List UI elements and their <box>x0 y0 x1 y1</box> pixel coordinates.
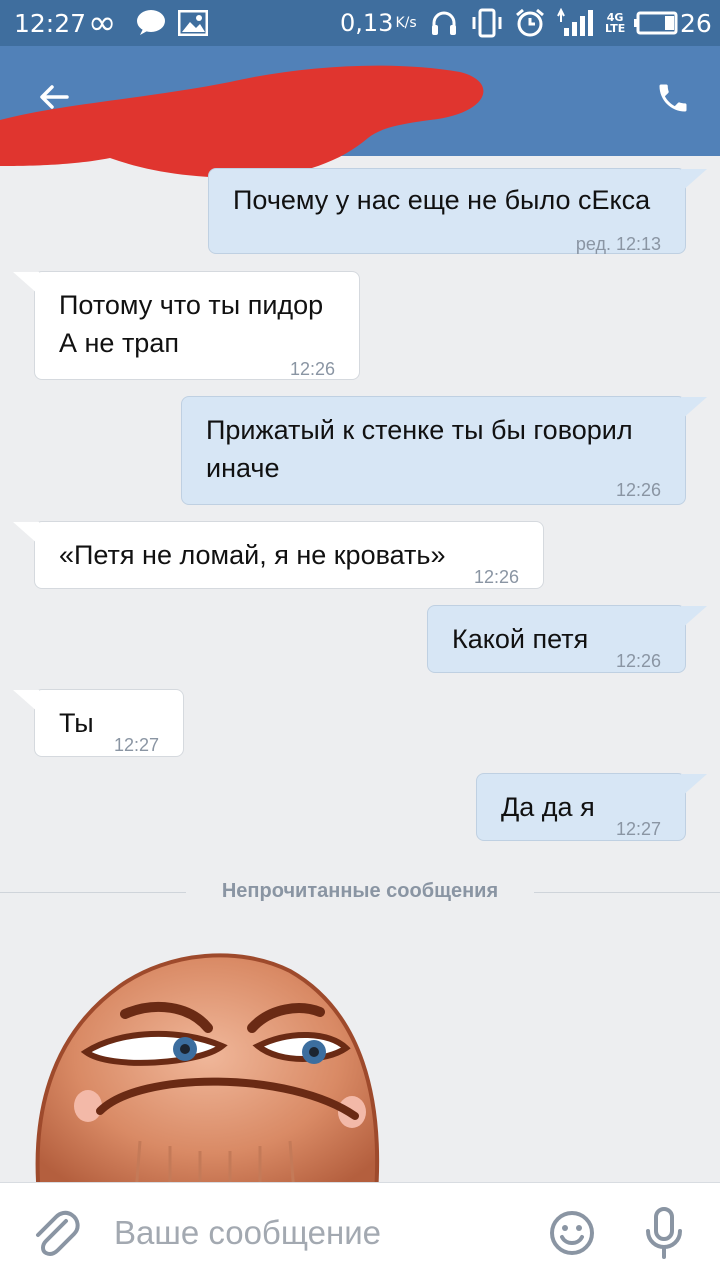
headphones-icon <box>430 0 458 46</box>
unread-divider: Непрочитанные сообщения <box>0 876 720 908</box>
message-time: 12:26 <box>473 567 519 587</box>
incoming-message[interactable]: Потому что ты пидор А не трап 12:26 <box>13 271 360 380</box>
incoming-message[interactable]: Ты 12:27 <box>13 689 184 757</box>
message-text: Ты <box>59 708 94 738</box>
outgoing-message[interactable]: Да да я 12:27 <box>476 773 707 841</box>
network-speed: 0,13 K/s <box>340 9 417 37</box>
infinity-icon: ∞ <box>88 3 117 43</box>
battery-level: 26 <box>680 8 712 38</box>
message-time: 12:27 <box>113 735 159 755</box>
message-input-bar <box>0 1182 720 1280</box>
attach-button[interactable] <box>30 1207 80 1257</box>
message-text: Прижатый к стенке ты бы говорил иначе <box>206 415 633 483</box>
message-time: 12:26 <box>615 651 661 671</box>
emoji-button[interactable] <box>548 1209 596 1257</box>
bubble-tail <box>681 774 707 797</box>
message-time: 12:27 <box>615 819 661 839</box>
bubble-tail <box>13 272 39 295</box>
signal-icon <box>556 0 596 46</box>
message-input[interactable] <box>114 1203 524 1263</box>
microphone-button[interactable] <box>642 1207 686 1259</box>
outgoing-message[interactable]: Какой петя 12:26 <box>427 605 707 673</box>
message-text: Да да я <box>501 792 595 822</box>
smiley-icon <box>550 1211 594 1255</box>
vibrate-icon <box>470 0 504 46</box>
message-text: Почему у нас еще не было сЕкса <box>233 185 651 215</box>
bubble-tail <box>13 690 39 713</box>
message-time: 12:26 <box>615 480 661 500</box>
incoming-message[interactable]: «Петя не ломай, я не кровать» 12:26 <box>13 521 544 589</box>
battery-icon <box>634 0 678 46</box>
network-type: 4G LTE <box>605 11 626 35</box>
message-list[interactable]: Почему у нас еще не было сЕкса ред. 12:1… <box>0 156 720 1182</box>
phone-icon <box>659 84 687 112</box>
call-button[interactable] <box>648 70 698 126</box>
outgoing-message[interactable]: Почему у нас еще не было сЕкса ред. 12:1… <box>208 168 707 254</box>
microphone-icon <box>646 1207 682 1259</box>
message-time: 12:26 <box>289 359 335 379</box>
bubble-tail <box>681 169 707 192</box>
chat-bubble-icon <box>136 0 166 46</box>
message-time: ред. 12:13 <box>575 234 661 254</box>
bubble-tail <box>13 522 39 545</box>
status-time: 12:27 <box>14 8 87 38</box>
message-text: Потому что ты пидор А не трап <box>59 290 324 358</box>
bubble-tail <box>681 397 707 420</box>
outgoing-message[interactable]: Прижатый к стенке ты бы говорил иначе 12… <box>181 396 707 505</box>
sticker-image[interactable] <box>30 946 390 1182</box>
bubble-tail <box>681 606 707 629</box>
alarm-icon <box>515 0 545 46</box>
status-bar: 12:27 ∞ 0,13 K/s 4G LTE 26 <box>0 0 720 46</box>
paperclip-icon <box>36 1210 80 1256</box>
message-text: «Петя не ломай, я не кровать» <box>59 540 446 570</box>
divider-line <box>534 892 720 893</box>
message-text: Какой петя <box>452 624 589 654</box>
image-icon <box>178 0 208 46</box>
app-bar <box>0 46 720 178</box>
